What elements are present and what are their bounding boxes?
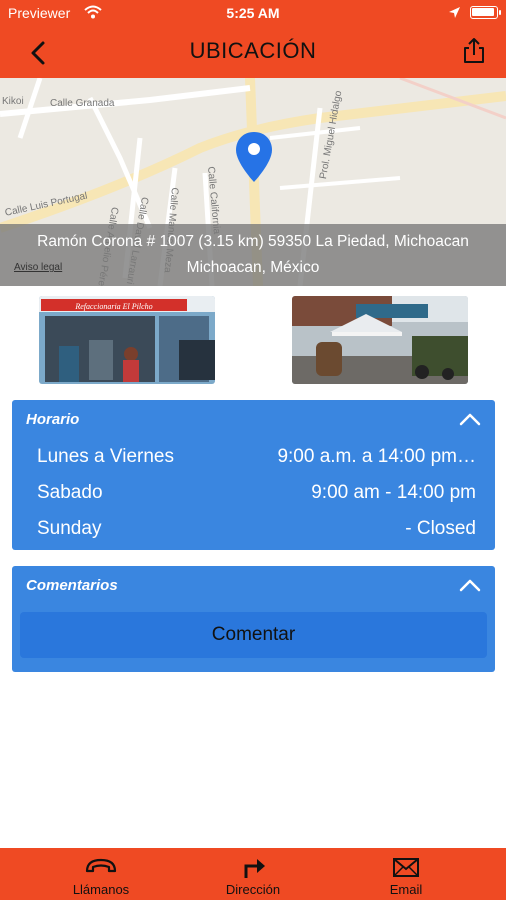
clock: 5:25 AM — [226, 5, 280, 21]
share-icon[interactable] — [460, 36, 488, 66]
status-bar: Previewer 5:25 AM — [0, 0, 506, 26]
tab-label: Llámanos — [72, 882, 130, 897]
store-exterior-image — [292, 296, 468, 384]
schedule-hours: - Closed — [405, 518, 476, 539]
schedule-title: Horario — [26, 411, 80, 428]
battery-icon — [470, 6, 501, 19]
store-photo[interactable]: Refaccionaria El Pilcho — [39, 296, 215, 384]
tab-label: Email — [389, 882, 423, 897]
comments-header[interactable]: Comentarios — [12, 566, 495, 604]
sign-text: Refaccionaria El Pilcho — [74, 302, 152, 311]
chevron-up-icon[interactable] — [459, 412, 481, 426]
envelope-icon — [393, 858, 419, 877]
schedule-header[interactable]: Horario — [12, 400, 495, 438]
location-arrow-icon — [449, 7, 460, 18]
phone-icon — [85, 858, 117, 873]
bottom-tab-bar: Llámanos Dirección Email — [0, 848, 506, 900]
schedule-day: Lunes a Viernes — [37, 446, 174, 467]
storefront-image: Refaccionaria El Pilcho — [39, 296, 215, 384]
tab-directions[interactable]: Dirección — [169, 848, 337, 900]
tab-email[interactable]: Email — [322, 848, 490, 900]
address-overlay: Ramón Corona # 1007 (3.15 km) 59350 La P… — [0, 224, 506, 286]
schedule-day: Sabado — [37, 482, 103, 503]
comments-card: Comentarios Comentar — [12, 566, 495, 672]
tab-label: Dirección — [225, 882, 281, 897]
street-label: Kikoi — [2, 96, 24, 107]
comments-title: Comentarios — [26, 577, 118, 594]
store-photo[interactable] — [292, 296, 468, 384]
address-line-2: Michoacan, México — [186, 259, 320, 276]
schedule-row: Sunday - Closed — [12, 510, 495, 546]
location-map[interactable]: Calle Granada Calle Luis Portugal Prol. … — [0, 78, 506, 286]
legal-link[interactable]: Aviso legal — [14, 262, 62, 273]
tab-call[interactable]: Llámanos — [17, 848, 185, 900]
schedule-row: Sabado 9:00 am - 14:00 pm — [12, 474, 495, 510]
schedule-card: Horario Lunes a Viernes 9:00 a.m. a 14:0… — [12, 400, 495, 550]
comment-button[interactable]: Comentar — [20, 612, 487, 658]
chevron-up-icon[interactable] — [459, 578, 481, 592]
street-label: Calle Granada — [50, 98, 115, 109]
schedule-day: Sunday — [37, 518, 102, 539]
nav-bar: UBICACIÓN — [0, 26, 506, 78]
schedule-hours: 9:00 a.m. a 14:00 pm… — [277, 446, 476, 467]
schedule-row: Lunes a Viernes 9:00 a.m. a 14:00 pm… — [12, 438, 495, 474]
address-line-1: Ramón Corona # 1007 (3.15 km) 59350 La P… — [37, 233, 469, 250]
direction-arrow-icon — [244, 859, 265, 878]
map-pin-icon[interactable] — [234, 130, 274, 184]
schedule-hours: 9:00 am - 14:00 pm — [311, 482, 476, 503]
page-title: UBICACIÓN — [189, 38, 317, 63]
